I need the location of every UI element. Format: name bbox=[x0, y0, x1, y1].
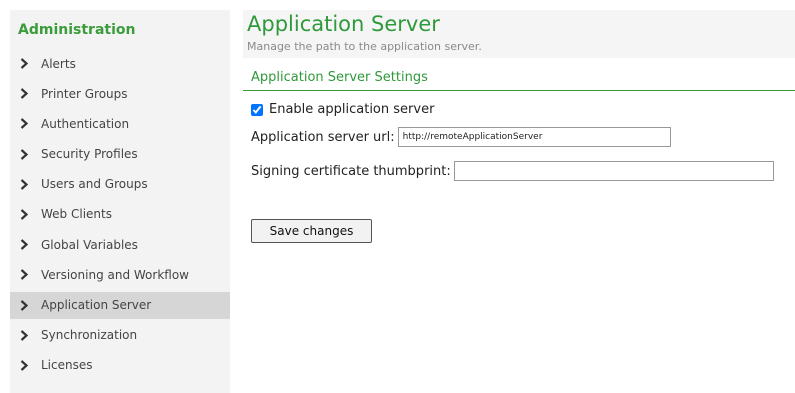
thumbprint-input[interactable] bbox=[453, 161, 774, 181]
chevron-right-icon bbox=[19, 58, 29, 69]
sidebar: Administration Alerts Printer Groups Authe… bbox=[10, 10, 230, 393]
sidebar-title: Administration bbox=[18, 22, 136, 38]
sidebar-item[interactable]: Application Server bbox=[10, 291, 230, 319]
chevron-right-icon bbox=[19, 209, 29, 220]
sidebar-item[interactable]: Synchronization bbox=[10, 322, 230, 349]
page-subtitle: Manage the path to the application serve… bbox=[247, 40, 482, 53]
sidebar-item[interactable]: Users and Groups bbox=[10, 171, 230, 198]
sidebar-item-label: Synchronization bbox=[41, 328, 138, 343]
sidebar-item-label: Global Variables bbox=[41, 237, 138, 252]
enable-server-row: Enable application server bbox=[251, 102, 434, 117]
save-changes-button[interactable]: Save changes bbox=[251, 219, 372, 243]
sidebar-item[interactable]: Versioning and Workflow bbox=[10, 261, 230, 288]
sidebar-item-label: Authentication bbox=[41, 116, 130, 131]
server-url-row: Application server url: bbox=[251, 127, 671, 147]
thumbprint-row: Signing certificate thumbprint: bbox=[251, 161, 774, 181]
sidebar-item-label: Web Clients bbox=[41, 207, 112, 222]
chevron-right-icon bbox=[19, 178, 29, 190]
sidebar-item-label: Versioning and Workflow bbox=[41, 267, 189, 282]
sidebar-item-label: Security Profiles bbox=[41, 147, 138, 162]
thumbprint-label: Signing certificate thumbprint: bbox=[251, 163, 451, 179]
sidebar-nav: Alerts Printer Groups Authentication Securi… bbox=[10, 50, 230, 382]
sidebar-item-label: Alerts bbox=[41, 56, 76, 71]
server-url-input[interactable] bbox=[397, 127, 671, 147]
chevron-right-icon bbox=[19, 329, 29, 341]
sidebar-item[interactable]: Web Clients bbox=[10, 201, 230, 228]
sidebar-item-label: Users and Groups bbox=[41, 177, 148, 192]
page-header: Application Server Manage the path to th… bbox=[243, 10, 795, 58]
enable-server-checkbox[interactable] bbox=[251, 103, 263, 116]
sidebar-item[interactable]: Licenses bbox=[10, 352, 230, 379]
sidebar-item[interactable]: Security Profiles bbox=[10, 141, 230, 168]
sidebar-item[interactable]: Printer Groups bbox=[10, 80, 230, 107]
chevron-right-icon bbox=[19, 148, 29, 160]
enable-server-label: Enable application server bbox=[269, 102, 435, 117]
sidebar-item[interactable]: Global Variables bbox=[10, 231, 230, 258]
chevron-right-icon bbox=[19, 239, 29, 250]
sidebar-item-label: Licenses bbox=[41, 358, 93, 373]
chevron-right-icon bbox=[19, 118, 29, 130]
chevron-right-icon bbox=[19, 269, 29, 281]
chevron-right-icon bbox=[19, 360, 29, 371]
section-title: Application Server Settings bbox=[251, 70, 428, 85]
page-title: Application Server bbox=[247, 12, 440, 36]
sidebar-item-label: Printer Groups bbox=[41, 86, 128, 101]
sidebar-item[interactable]: Alerts bbox=[10, 50, 230, 77]
sidebar-item[interactable]: Authentication bbox=[10, 110, 230, 137]
chevron-right-icon bbox=[19, 299, 29, 311]
chevron-right-icon bbox=[19, 88, 29, 100]
sidebar-item-label: Application Server bbox=[41, 298, 152, 312]
section-divider bbox=[243, 90, 795, 91]
server-url-label: Application server url: bbox=[251, 129, 395, 145]
